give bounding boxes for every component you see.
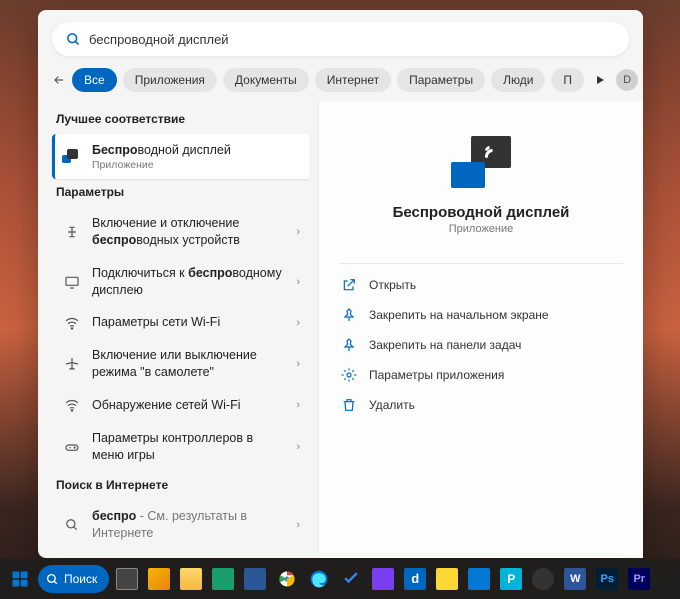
- taskbar-app[interactable]: [529, 565, 557, 593]
- chevron-right-icon: ›: [296, 358, 300, 370]
- result-label: Параметры контроллеров в меню игры: [92, 430, 286, 464]
- search-icon: [66, 32, 81, 47]
- chevron-right-icon: ›: [296, 226, 300, 238]
- search-panel: ВсеПриложенияДокументыИнтернетПараметрыЛ…: [38, 10, 643, 558]
- wireless-display-hero-icon: [451, 136, 511, 188]
- taskbar-app[interactable]: P: [497, 565, 525, 593]
- detail-title: Беспроводной дисплей: [393, 204, 570, 221]
- settings-result[interactable]: Параметры контроллеров в меню игры ›: [52, 422, 310, 472]
- action-label: Открыть: [369, 278, 416, 292]
- wifi-icon: [62, 315, 82, 331]
- filter-tab[interactable]: Документы: [223, 68, 309, 92]
- search-input[interactable]: [89, 32, 615, 47]
- more-button[interactable]: ···: [648, 72, 665, 88]
- taskbar-app[interactable]: W: [561, 565, 589, 593]
- taskbar-app[interactable]: d: [401, 565, 429, 593]
- play-icon[interactable]: [594, 74, 606, 86]
- filter-tab[interactable]: Люди: [491, 68, 545, 92]
- filter-tab[interactable]: П: [551, 68, 584, 92]
- chevron-right-icon: ›: [296, 441, 300, 453]
- chevron-right-icon: ›: [296, 399, 300, 411]
- detail-action[interactable]: Закрепить на начальном экране: [339, 300, 623, 330]
- settings-result[interactable]: Включение или выключение режима "в самол…: [52, 339, 310, 389]
- search-bar[interactable]: [52, 22, 629, 56]
- result-label: Подключиться к беспроводному дисплею: [92, 265, 286, 299]
- filter-tab[interactable]: Интернет: [315, 68, 391, 92]
- taskbar-app[interactable]: [369, 565, 397, 593]
- airplane-icon: [62, 356, 82, 372]
- detail-action[interactable]: Параметры приложения: [339, 360, 623, 390]
- task-view-button[interactable]: [113, 565, 141, 593]
- search-icon: [46, 573, 59, 586]
- detail-action[interactable]: Открыть: [339, 270, 623, 300]
- taskbar-app[interactable]: Ps: [593, 565, 621, 593]
- result-label: Обнаружение сетей Wi-Fi: [92, 397, 286, 414]
- settings-result[interactable]: Обнаружение сетей Wi-Fi ›: [52, 389, 310, 422]
- filter-tab[interactable]: Все: [72, 68, 117, 92]
- taskbar-app[interactable]: [273, 565, 301, 593]
- section-best-match: Лучшее соответствие: [56, 112, 306, 126]
- taskbar-app[interactable]: [305, 565, 333, 593]
- best-match-result[interactable]: Беспроводной дисплей Приложение: [52, 134, 310, 179]
- results-column: Лучшее соответствие Беспроводной дисплей…: [38, 102, 318, 558]
- detail-subtitle: Приложение: [449, 223, 514, 235]
- action-label: Закрепить на панели задач: [369, 338, 521, 352]
- wifi-icon: [62, 397, 82, 413]
- section-web: Поиск в Интернете: [56, 478, 306, 492]
- taskbar-app[interactable]: [145, 565, 173, 593]
- result-label: Включение или выключение режима "в самол…: [92, 347, 286, 381]
- settings-result[interactable]: Параметры сети Wi-Fi ›: [52, 306, 310, 339]
- result-label: беспро - См. результаты в Интернете: [92, 508, 286, 542]
- taskbar-app[interactable]: [177, 565, 205, 593]
- action-label: Удалить: [369, 398, 415, 412]
- user-avatar[interactable]: D: [616, 69, 638, 91]
- chevron-right-icon: ›: [296, 276, 300, 288]
- chevron-right-icon: ›: [296, 317, 300, 329]
- detail-action[interactable]: Закрепить на панели задач: [339, 330, 623, 360]
- toggle-icon: [62, 224, 82, 240]
- detail-action[interactable]: Удалить: [339, 390, 623, 420]
- settings-result[interactable]: Подключиться к беспроводному дисплею ›: [52, 257, 310, 307]
- filter-tab[interactable]: Приложения: [123, 68, 217, 92]
- display-icon: [62, 274, 82, 290]
- settings-result[interactable]: Включение и отключение беспроводных устр…: [52, 207, 310, 257]
- result-label: Беспроводной дисплей: [92, 142, 300, 159]
- filter-row: ВсеПриложенияДокументыИнтернетПараметрыЛ…: [38, 64, 643, 102]
- taskbar: Поиск d P W Ps Pr: [0, 559, 680, 599]
- chevron-right-icon: ›: [296, 519, 300, 531]
- start-button[interactable]: [6, 565, 34, 593]
- result-subtitle: Приложение: [92, 159, 300, 171]
- taskbar-app[interactable]: [337, 565, 365, 593]
- result-label: Включение и отключение беспроводных устр…: [92, 215, 286, 249]
- taskbar-search[interactable]: Поиск: [38, 565, 109, 593]
- web-search-result[interactable]: беспро - См. результаты в Интернете ›: [52, 500, 310, 550]
- action-label: Параметры приложения: [369, 368, 504, 382]
- taskbar-app[interactable]: [465, 565, 493, 593]
- filter-tab[interactable]: Параметры: [397, 68, 485, 92]
- controller-icon: [62, 439, 82, 455]
- taskbar-app[interactable]: [241, 565, 269, 593]
- action-label: Закрепить на начальном экране: [369, 308, 549, 322]
- search-icon: [62, 518, 82, 532]
- taskbar-app[interactable]: [209, 565, 237, 593]
- taskbar-app[interactable]: [433, 565, 461, 593]
- result-label: Параметры сети Wi-Fi: [92, 314, 286, 331]
- detail-panel: Беспроводной дисплей Приложение Открыть З…: [318, 102, 643, 558]
- taskbar-app[interactable]: Pr: [625, 565, 653, 593]
- back-button[interactable]: [52, 68, 66, 92]
- section-settings: Параметры: [56, 185, 306, 199]
- wireless-display-icon: [62, 151, 82, 161]
